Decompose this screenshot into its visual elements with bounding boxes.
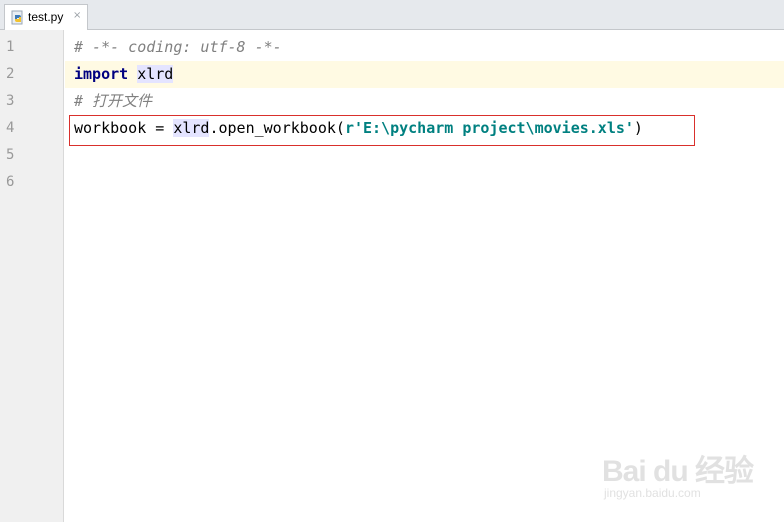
watermark-brand: Bai du 经验 (602, 455, 754, 488)
tab-label: test.py (28, 10, 64, 24)
code-line-6[interactable] (65, 169, 784, 196)
call-token: .open_workbook( (209, 119, 345, 137)
line-number: 1 (6, 39, 15, 55)
close-icon[interactable]: × (73, 10, 81, 21)
comment-token: # 打开文件 (74, 92, 153, 110)
code-line-5[interactable] (65, 142, 784, 169)
module-token: xlrd (137, 65, 174, 83)
baidu-watermark: Bai du 经验 jingyan.baidu.com (598, 440, 768, 510)
variable-token: workbook = (74, 119, 174, 137)
line-number: 6 (6, 174, 15, 190)
python-file-icon (11, 10, 23, 25)
watermark-url: jingyan.baidu.com (604, 486, 701, 500)
string-token: r'E:\pycharm project\movies.xls' (344, 119, 634, 137)
code-line-3[interactable]: # 打开文件 (65, 88, 784, 115)
comment-token: # -*- coding: utf-8 -*- (74, 38, 282, 56)
module-token: xlrd (173, 119, 210, 137)
line-number: 2 (6, 66, 15, 82)
code-line-2[interactable]: import xlrd (65, 61, 784, 88)
code-line-1[interactable]: # -*- coding: utf-8 -*- (65, 34, 784, 61)
paren-token: ) (633, 119, 643, 137)
tab-test-py[interactable]: test.py × (4, 4, 88, 30)
line-number-gutter: 1 2 3 4 5 6 (0, 30, 64, 522)
line-number: 5 (6, 147, 15, 163)
code-line-4[interactable]: workbook = xlrd.open_workbook(r'E:\pycha… (65, 115, 784, 142)
line-number: 4 (6, 120, 15, 136)
editor-tab-bar: test.py × (0, 0, 784, 30)
line-number: 3 (6, 93, 15, 109)
keyword-token: import (74, 65, 129, 83)
